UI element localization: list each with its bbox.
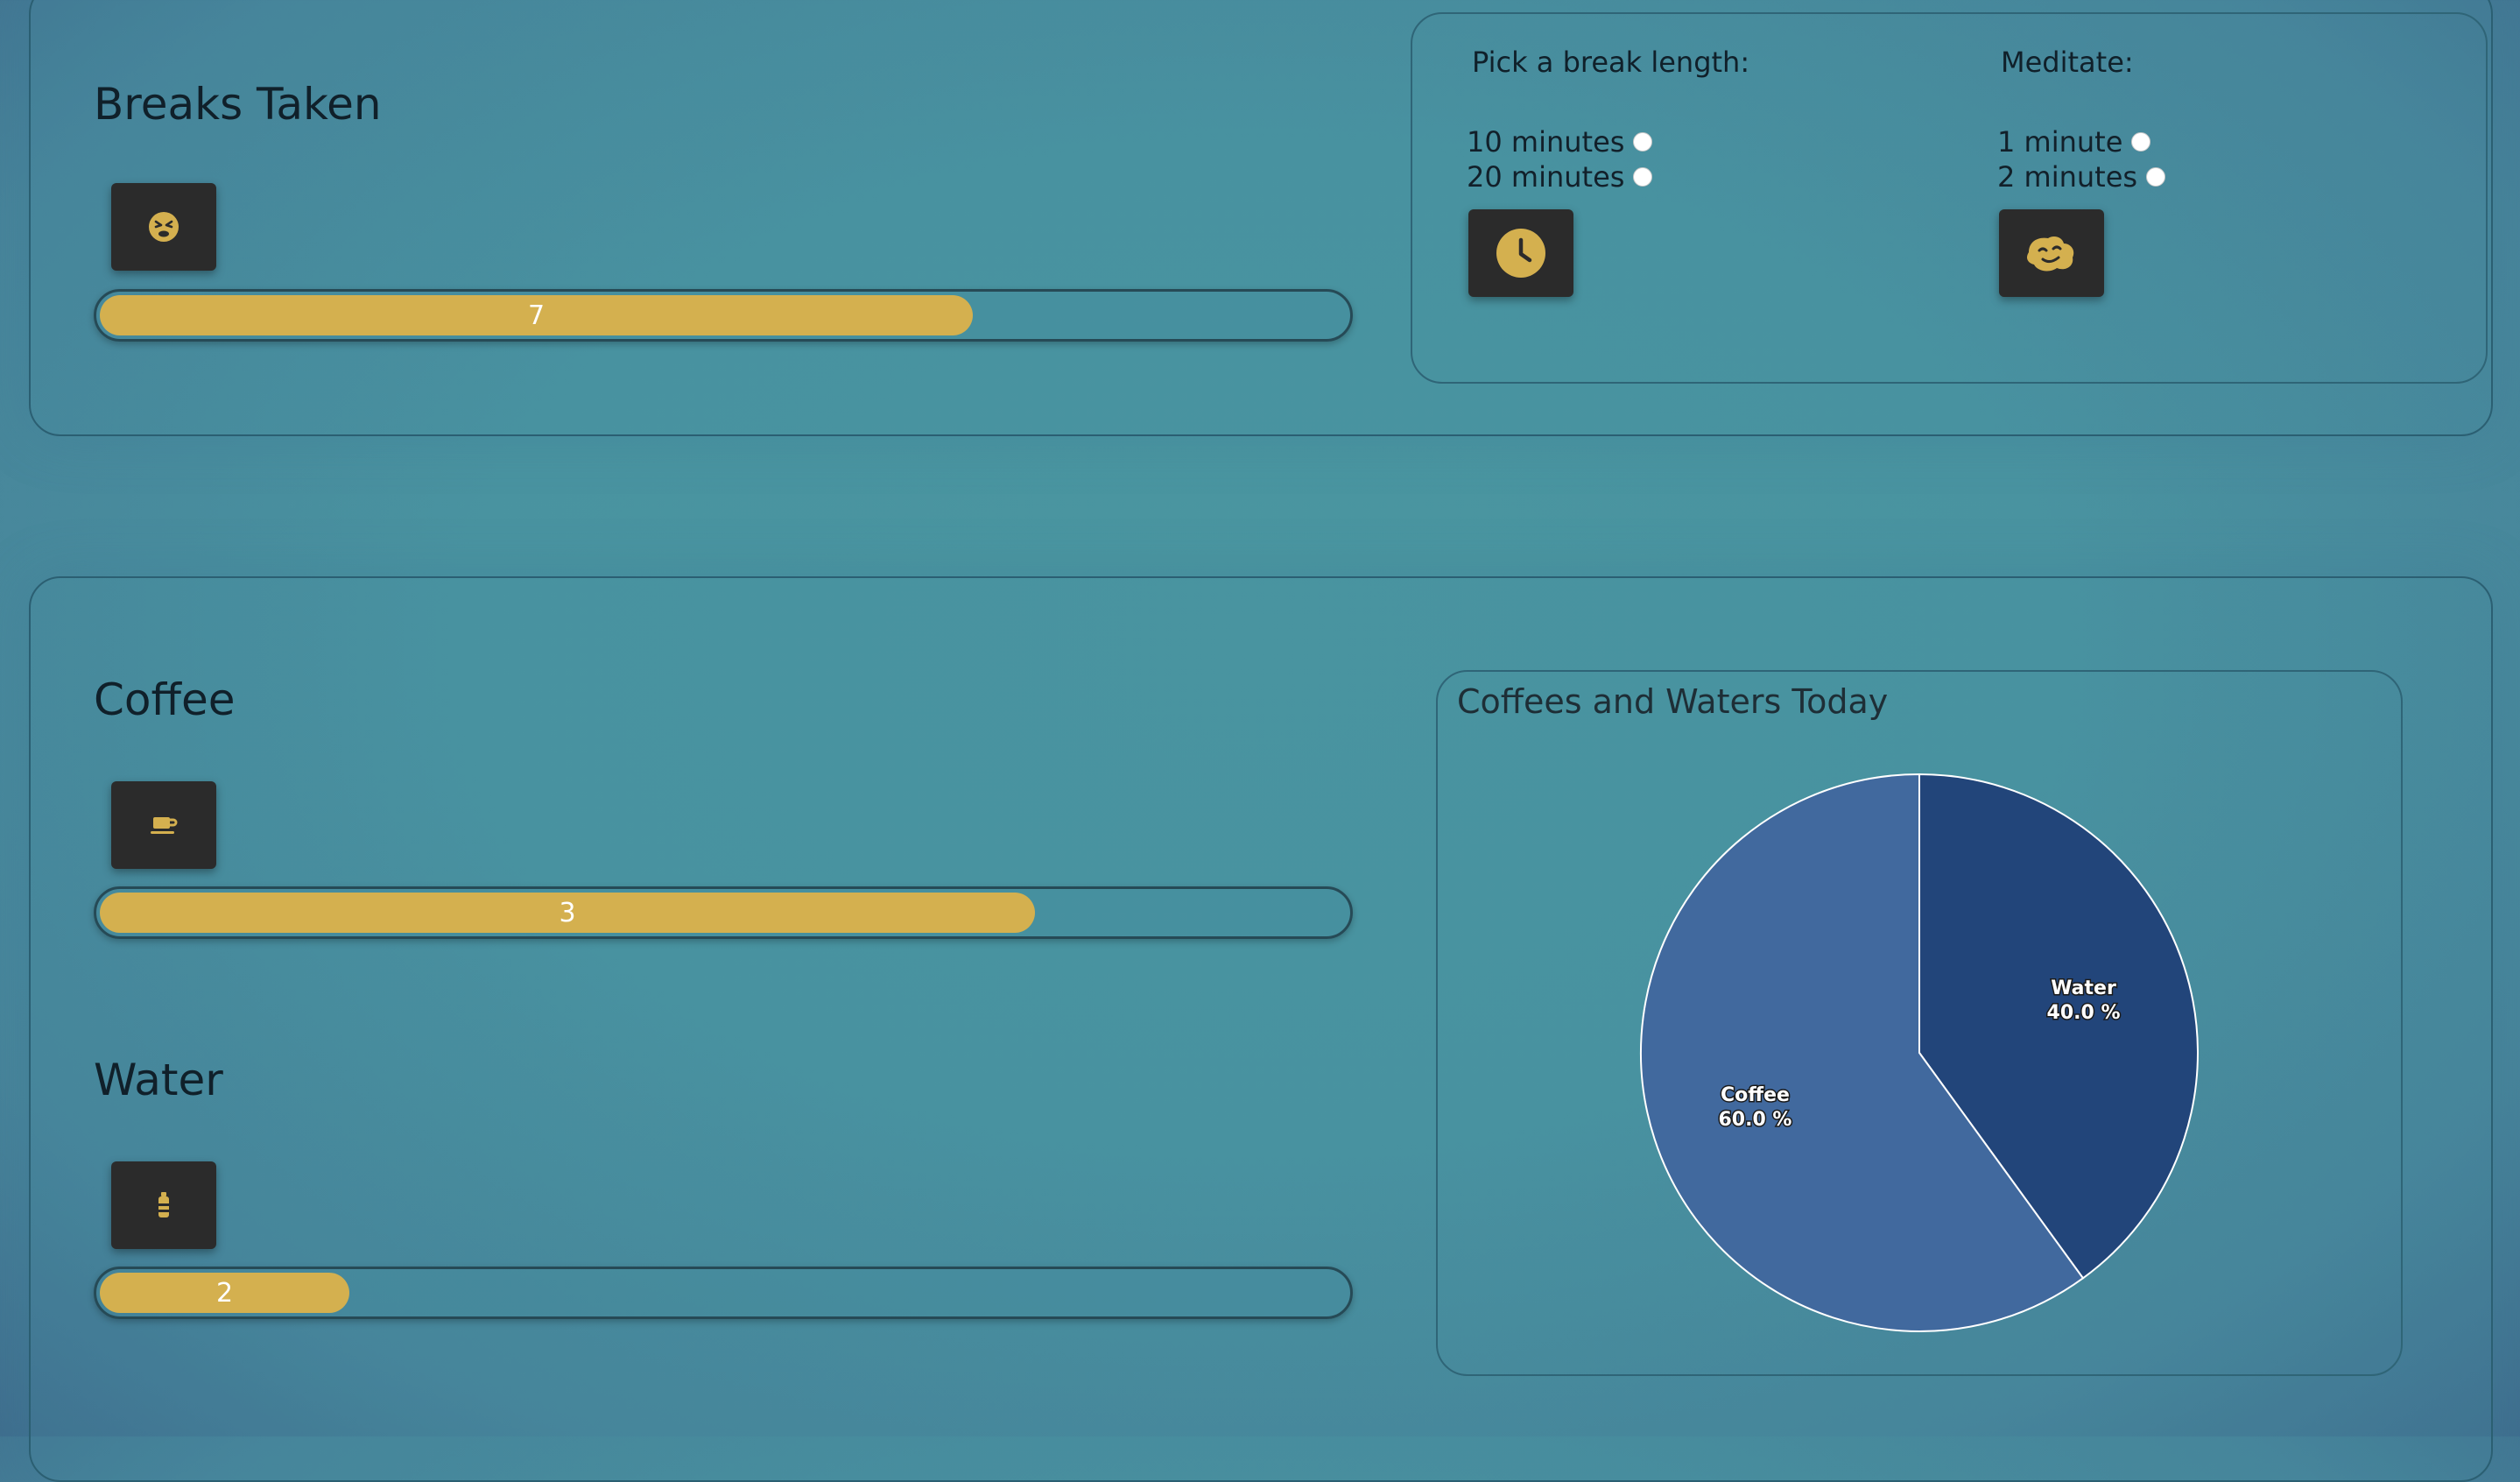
break-length-radio-10[interactable] xyxy=(1633,132,1653,152)
meditate-option-2[interactable]: 2 minutes xyxy=(1997,160,2166,194)
meditate-option-label: 2 minutes xyxy=(1997,160,2138,194)
start-meditation-button[interactable] xyxy=(1999,209,2104,297)
coffee-cup-icon xyxy=(151,817,178,834)
clock-icon xyxy=(1496,229,1545,278)
tired-face-icon xyxy=(149,212,179,242)
add-coffee-button[interactable] xyxy=(111,781,216,869)
start-break-button[interactable] xyxy=(1468,209,1573,297)
pie-percent-water: 40.0 % xyxy=(2047,1002,2121,1024)
meditate-radio-1[interactable] xyxy=(2131,132,2151,152)
breaks-progress-fill: 7 xyxy=(100,295,973,335)
water-progress-bar: 2 xyxy=(94,1267,1353,1319)
meditate-heading: Meditate: xyxy=(2001,46,2134,79)
coffee-progress-value: 3 xyxy=(559,897,576,928)
coffee-title: Coffee xyxy=(94,674,236,725)
pie-label-coffee: Coffee xyxy=(1721,1084,1790,1106)
meditate-option-label: 1 minute xyxy=(1997,125,2123,159)
break-length-option-label: 10 minutes xyxy=(1467,125,1625,159)
pie-percent-coffee: 60.0 % xyxy=(1718,1109,1791,1131)
break-options-card: Pick a break length: 10 minutes 20 minut… xyxy=(1411,12,2488,384)
water-title: Water xyxy=(94,1055,223,1105)
take-break-button[interactable] xyxy=(111,183,216,271)
breaks-progress-value: 7 xyxy=(527,300,546,331)
coffee-progress-bar: 3 xyxy=(94,886,1353,939)
water-progress-fill: 2 xyxy=(100,1273,349,1313)
add-water-button[interactable] xyxy=(111,1161,216,1249)
drinks-pie-chart: Water 40.0 % Coffee 60.0 % xyxy=(1640,773,2199,1332)
drinks-chart-card: Coffees and Waters Today Water 40.0 % Coff… xyxy=(1436,670,2403,1376)
break-length-radio-20[interactable] xyxy=(1633,167,1653,187)
meditate-option-1[interactable]: 1 minute xyxy=(1997,125,2151,159)
meditation-icon xyxy=(2027,236,2074,272)
meditate-radio-2[interactable] xyxy=(2146,167,2166,187)
pie-label-water: Water xyxy=(2051,977,2116,999)
break-length-option-20[interactable]: 20 minutes xyxy=(1467,160,1653,194)
break-length-option-10[interactable]: 10 minutes xyxy=(1467,125,1653,159)
breaks-title: Breaks Taken xyxy=(94,79,382,130)
water-bottle-icon xyxy=(158,1192,169,1217)
breaks-progress-bar: 7 xyxy=(94,289,1353,342)
coffee-progress-fill: 3 xyxy=(100,893,1035,933)
break-length-option-label: 20 minutes xyxy=(1467,160,1625,194)
break-length-heading: Pick a break length: xyxy=(1472,46,1750,79)
breaks-panel: Breaks Taken 7 Pick a break length: 10 m… xyxy=(29,0,2493,436)
water-progress-value: 2 xyxy=(215,1277,234,1309)
